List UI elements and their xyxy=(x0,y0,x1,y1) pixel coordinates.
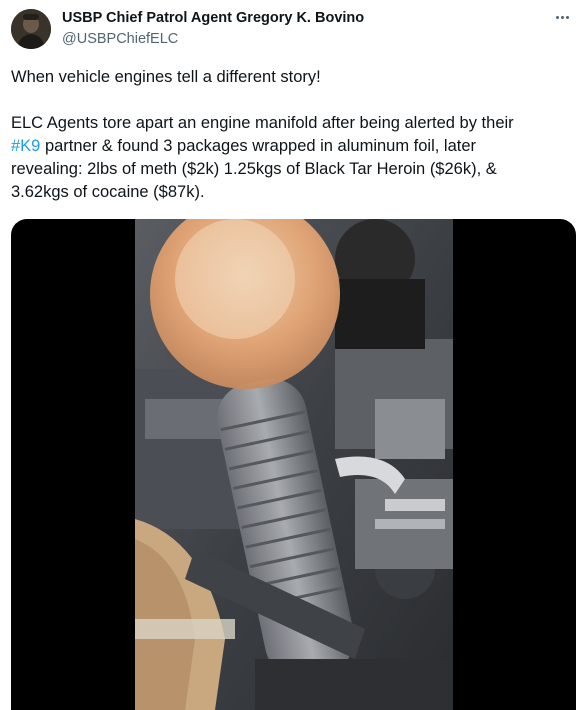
tweet-text-line: When vehicle engines tell a different st… xyxy=(11,68,321,86)
more-dot-icon xyxy=(565,15,569,19)
tweet-text-fragment: partner & found 3 packages wrapped in al… xyxy=(40,137,477,155)
author-display-name[interactable]: USBP Chief Patrol Agent Gregory K. Bovin… xyxy=(62,10,364,26)
more-dot-icon xyxy=(555,15,559,19)
tweet-card: USBP Chief Patrol Agent Gregory K. Bovin… xyxy=(0,0,586,710)
tweet-text-line: revealing: 2lbs of meth ($2k) 1.25kgs of… xyxy=(11,160,497,178)
tweet-text-line: ELC Agents tore apart an engine manifold… xyxy=(11,114,514,132)
tweet-text-line: 3.62kgs of cocaine ($87k). xyxy=(11,183,205,201)
avatar[interactable] xyxy=(11,9,51,49)
engine-video-thumbnail xyxy=(135,219,453,710)
more-dot-icon xyxy=(560,15,564,19)
video-frame[interactable] xyxy=(135,219,453,710)
video-player[interactable] xyxy=(11,219,576,710)
hashtag-link[interactable]: #K9 xyxy=(11,137,40,155)
more-options-icon[interactable] xyxy=(550,8,574,26)
tweet-body: ELC Agents tore apart an engine manifold… xyxy=(11,112,571,204)
tweet-text-line: #K9 partner & found 3 packages wrapped i… xyxy=(11,135,571,158)
author-handle[interactable]: @USBPChiefELC xyxy=(62,31,178,47)
